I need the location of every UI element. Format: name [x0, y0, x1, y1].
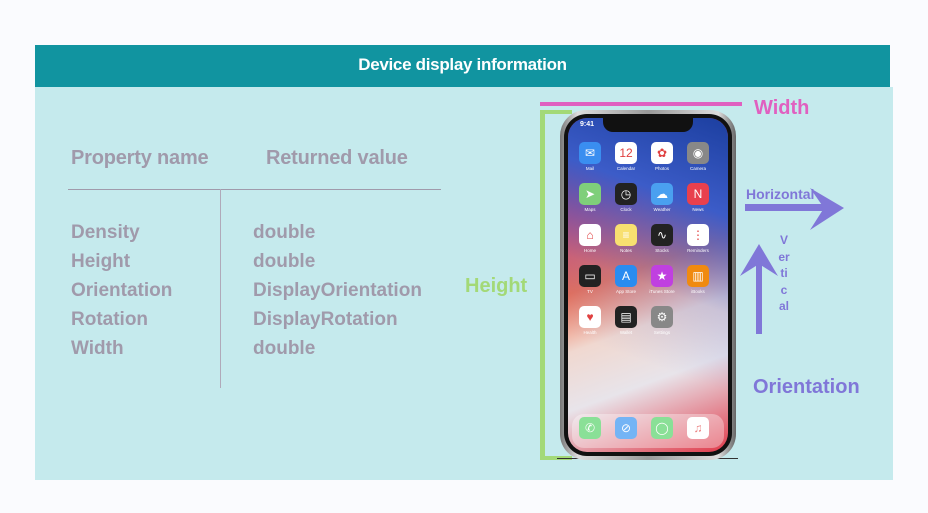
app-label: App Store	[615, 289, 636, 294]
property-name: Density	[71, 222, 140, 243]
vertical-label: Vertical	[778, 233, 790, 313]
app-calendar: 12 Calendar	[611, 142, 641, 171]
itunes-store-icon: ★	[651, 265, 673, 287]
stocks-icon: ∿	[651, 224, 673, 246]
app-photos: ✿ Photos	[647, 142, 677, 171]
app-tv: ▭ TV	[575, 265, 605, 294]
phone-notch	[603, 118, 693, 132]
app-store-icon: A	[615, 265, 637, 287]
maps-icon: ➤	[579, 183, 601, 205]
app-label: Reminders	[687, 248, 709, 253]
app-stocks: ∿ Stocks	[647, 224, 677, 253]
tv-icon: ▭	[579, 265, 601, 287]
returned-value: DisplayRotation	[253, 309, 398, 330]
app-label: News	[692, 207, 704, 212]
horizontal-arrow-icon	[745, 188, 844, 230]
vertical-arrow-icon	[740, 244, 778, 334]
app-news: N News	[683, 183, 713, 212]
returned-value: DisplayOrientation	[253, 280, 422, 301]
phone-image: 9:41 ✉ Mail 12 Calendar ✿ Photos ◉ Camera ➤ Maps ◷…	[560, 110, 736, 460]
app-label: Calendar	[616, 166, 636, 171]
home-icon: ⌂	[579, 224, 601, 246]
height-label: Height	[465, 275, 528, 297]
app-app-store: A App Store	[611, 265, 641, 294]
app-ibooks: ▥ iBooks	[683, 265, 713, 294]
app-label: Clock	[620, 207, 632, 212]
returned-value: double	[253, 338, 316, 359]
page-title: Device display information	[358, 55, 567, 74]
property-name: Orientation	[71, 280, 173, 301]
app-health: ♥ Health	[575, 306, 605, 335]
height-bracket	[540, 110, 545, 460]
app-label: Health	[583, 330, 597, 335]
width-label: Width	[754, 97, 810, 119]
weather-icon: ☁	[651, 183, 673, 205]
header-bar: Device display information	[35, 45, 890, 87]
phone-dock	[572, 414, 724, 448]
news-icon: N	[687, 183, 709, 205]
app-label: Maps	[584, 207, 596, 212]
app-label: Camera	[689, 166, 706, 171]
app-settings: ⚙ Settings	[647, 306, 677, 335]
app-label: Photos	[654, 166, 669, 171]
app-label: Home	[583, 248, 596, 253]
app-label: Settings	[653, 330, 671, 335]
app-itunes-store: ★ iTunes Store	[647, 265, 677, 294]
app-label: iTunes Store	[649, 289, 675, 294]
app-label: Stocks	[655, 248, 669, 253]
returned-value: double	[253, 251, 316, 272]
health-icon: ♥	[579, 306, 601, 328]
photos-icon: ✿	[651, 142, 673, 164]
app-notes: ≡ Notes	[611, 224, 641, 253]
app-clock: ◷ Clock	[611, 183, 641, 212]
column-header-value: Returned value	[266, 147, 408, 169]
ibooks-icon: ▥	[687, 265, 709, 287]
calendar-icon: 12	[615, 142, 637, 164]
app-mail: ✉ Mail	[575, 142, 605, 171]
property-name: Height	[71, 251, 131, 272]
column-header-property: Property name	[71, 147, 209, 169]
app-weather: ☁ Weather	[647, 183, 677, 212]
width-line	[540, 102, 742, 106]
mail-icon: ✉	[579, 142, 601, 164]
app-reminders: ⋮ Reminders	[683, 224, 713, 253]
app-home: ⌂ Home	[575, 224, 605, 253]
wallet-icon: ▤	[615, 306, 637, 328]
settings-icon: ⚙	[651, 306, 673, 328]
returned-value: double	[253, 222, 316, 243]
status-time: 9:41	[580, 121, 595, 128]
app-wallet: ▤ Wallet	[611, 306, 641, 335]
camera-icon: ◉	[687, 142, 709, 164]
orientation-label: Orientation	[753, 376, 860, 398]
table-divider-horizontal	[68, 189, 441, 190]
app-label: Notes	[620, 248, 632, 253]
app-label: Mail	[585, 166, 595, 171]
clock-icon: ◷	[615, 183, 637, 205]
property-name: Width	[71, 338, 124, 359]
height-bracket-top	[540, 110, 572, 114]
notes-icon: ≡	[615, 224, 637, 246]
app-label: TV	[587, 289, 593, 294]
property-name: Rotation	[71, 309, 149, 330]
app-label: iBooks	[691, 289, 705, 294]
app-camera: ◉ Camera	[683, 142, 713, 171]
app-label: Wallet	[619, 330, 633, 335]
app-label: Weather	[653, 207, 671, 212]
app-maps: ➤ Maps	[575, 183, 605, 212]
table-divider-vertical	[220, 189, 221, 388]
reminders-icon: ⋮	[687, 224, 709, 246]
